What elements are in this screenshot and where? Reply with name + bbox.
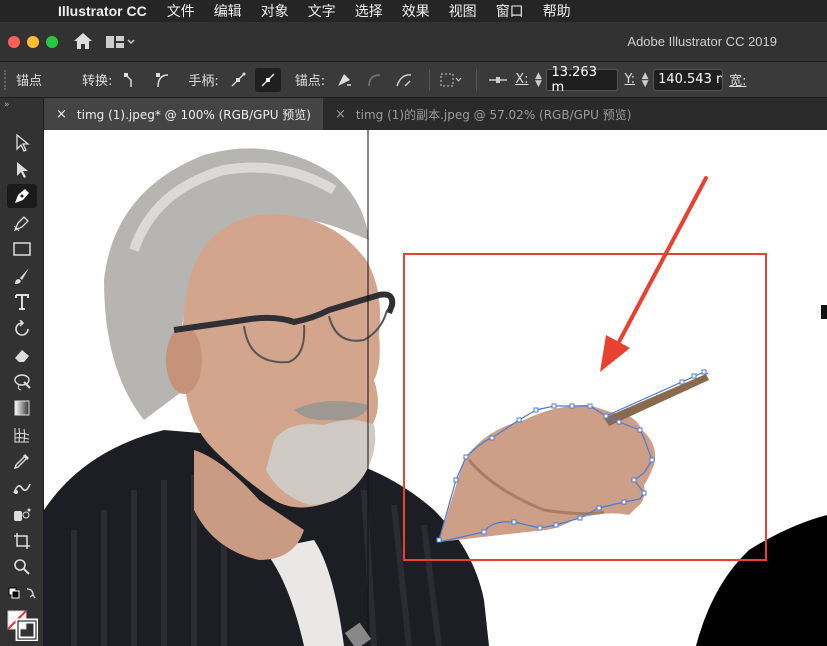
annotation-arrow-head xyxy=(600,335,630,372)
zoom-tool-icon[interactable] xyxy=(0,554,44,581)
menu-effect[interactable]: 效果 xyxy=(402,1,430,21)
pencil xyxy=(604,374,709,426)
convert-corner-icon[interactable] xyxy=(118,68,144,92)
remove-anchor-icon[interactable] xyxy=(331,68,357,92)
menu-view[interactable]: 视图 xyxy=(449,1,477,21)
workspace-switcher-icon[interactable] xyxy=(106,35,136,49)
convert-smooth-icon[interactable] xyxy=(148,68,174,92)
menu-object[interactable]: 对象 xyxy=(261,1,289,21)
hide-handles-icon[interactable] xyxy=(254,67,281,92)
document-tabs: × timg (1).jpeg* @ 100% (RGB/GPU 预览) × t… xyxy=(44,98,827,130)
mesh-tool-icon[interactable] xyxy=(0,422,44,449)
type-tool-icon[interactable] xyxy=(0,289,44,316)
separator xyxy=(476,68,478,91)
align-anchors-icon[interactable] xyxy=(438,68,464,92)
x-input[interactable]: 13.263 m xyxy=(546,65,619,95)
menu-window[interactable]: 窗口 xyxy=(496,1,524,21)
cut-path-icon[interactable] xyxy=(391,68,417,92)
annotation-arrow-shaft xyxy=(610,176,708,357)
tab-label: timg (1).jpeg* @ 100% (RGB/GPU 预览) xyxy=(76,107,311,122)
document-image xyxy=(44,130,827,646)
window-controls xyxy=(8,35,58,48)
pen-tool-active-tile xyxy=(7,184,37,209)
close-window-button[interactable] xyxy=(8,35,20,48)
x-label: X: xyxy=(515,72,529,87)
direct-selection-tool-icon[interactable] xyxy=(0,157,44,184)
maximize-window-button[interactable] xyxy=(46,35,58,48)
menu-app-name[interactable]: Illustrator CC xyxy=(58,3,147,19)
y-stepper-icon[interactable]: ▲ ▼ xyxy=(639,70,651,90)
rotate-tool-icon[interactable] xyxy=(0,316,44,343)
separator xyxy=(429,68,431,91)
menu-type[interactable]: 文字 xyxy=(308,1,336,21)
blend-tool-icon[interactable] xyxy=(0,475,44,502)
lasso-tool-icon[interactable] xyxy=(0,369,44,396)
pen-tool-icon[interactable] xyxy=(0,183,44,210)
minimize-window-button[interactable] xyxy=(27,35,39,48)
gradient-tool-icon[interactable] xyxy=(0,395,44,422)
selection-tool-icon[interactable] xyxy=(0,130,44,157)
convert-label: 转换: xyxy=(82,74,113,89)
eraser-tool-icon[interactable] xyxy=(0,342,44,369)
menu-bar: Illustrator CC 文件 编辑 对象 文字 选择 效果 视图 窗口 帮… xyxy=(0,0,827,22)
close-tab-icon[interactable]: × xyxy=(335,107,346,122)
anchors-label: 锚点: xyxy=(294,74,326,89)
menu-edit[interactable]: 编辑 xyxy=(214,1,242,21)
menu-select[interactable]: 选择 xyxy=(355,1,383,21)
title-bar: Adobe Illustrator CC 2019 xyxy=(0,22,827,62)
curvature-tool-icon[interactable] xyxy=(0,210,44,237)
background-black-mark xyxy=(821,305,827,319)
artboard-tool-icon[interactable] xyxy=(0,528,44,555)
tools-panel: » xyxy=(0,98,44,646)
close-tab-icon[interactable]: × xyxy=(56,107,67,122)
control-bar: 锚点 转换: 手柄: 锚点: X: ▲ ▼ 13.263 m Y: ▲ ▼ 140.… xyxy=(0,62,827,98)
artboard-canvas[interactable] xyxy=(44,130,827,646)
pencil-selection-path xyxy=(605,371,709,417)
y-input[interactable]: 140.543 n xyxy=(653,68,724,91)
tab-document-1[interactable]: × timg (1).jpeg* @ 100% (RGB/GPU 预览) xyxy=(44,98,323,130)
home-icon[interactable] xyxy=(72,32,94,52)
menu-help[interactable]: 帮助 xyxy=(543,1,571,21)
show-handles-icon[interactable] xyxy=(225,68,251,92)
symbol-sprayer-tool-icon[interactable] xyxy=(0,501,44,528)
man-ear xyxy=(166,326,202,394)
man-hand xyxy=(439,405,656,542)
tab-label: timg (1)的副本.jpeg @ 57.02% (RGB/GPU 预览) xyxy=(355,107,632,122)
width-label: 宽: xyxy=(729,74,747,89)
x-stepper-icon[interactable]: ▲ ▼ xyxy=(532,70,544,90)
fill-stroke-swatch-icon[interactable] xyxy=(0,607,44,643)
reference-point-icon[interactable] xyxy=(485,68,511,92)
menu-file[interactable]: 文件 xyxy=(167,1,195,21)
eyedropper-tool-icon[interactable] xyxy=(0,448,44,475)
toolbar-collapse-icon[interactable]: » xyxy=(0,98,43,130)
connect-anchors-icon[interactable] xyxy=(361,68,387,92)
tab-document-2[interactable]: × timg (1)的副本.jpeg @ 57.02% (RGB/GPU 预览) xyxy=(323,98,643,130)
paintbrush-tool-icon[interactable] xyxy=(0,263,44,290)
rectangle-tool-icon[interactable] xyxy=(0,236,44,263)
selection-type-label: 锚点 xyxy=(16,74,43,89)
panel-grip[interactable] xyxy=(4,69,10,90)
default-colors-icon[interactable] xyxy=(0,581,44,608)
handles-label: 手柄: xyxy=(188,74,219,89)
y-label: Y: xyxy=(624,72,636,87)
background-black-shape xyxy=(696,515,827,646)
app-title: Adobe Illustrator CC 2019 xyxy=(627,34,777,49)
